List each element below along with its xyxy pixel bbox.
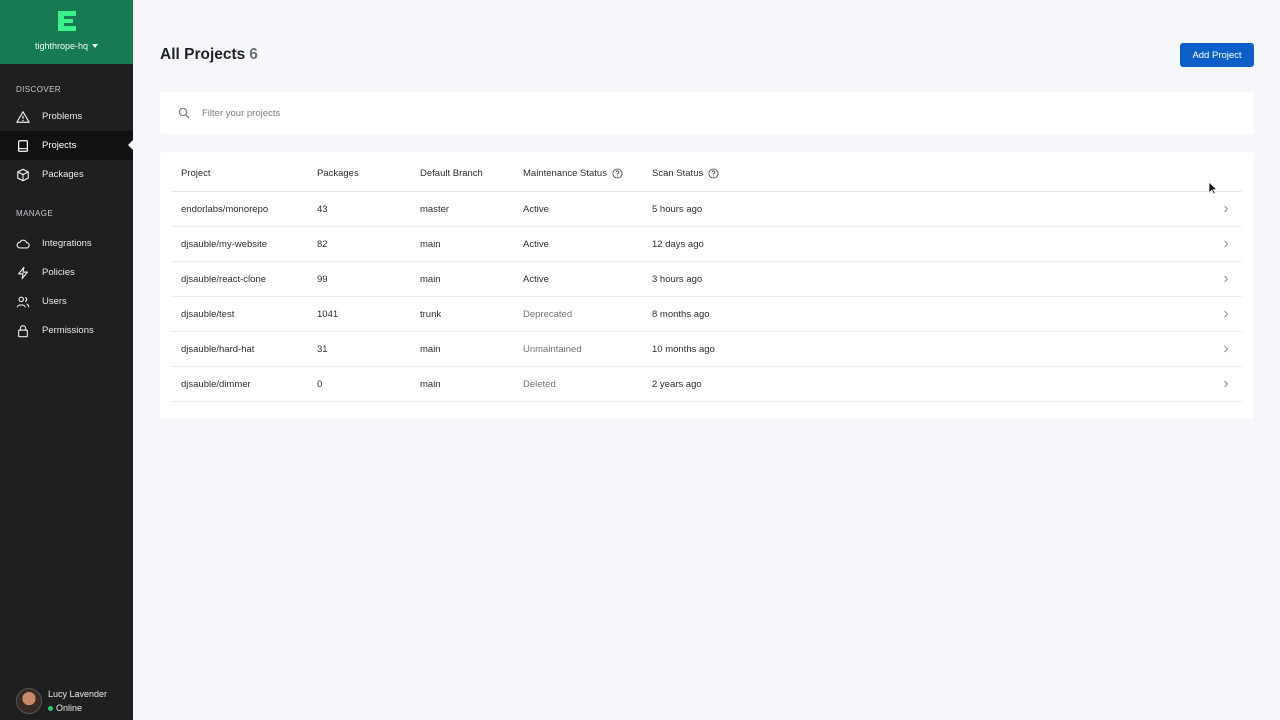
- cell-scan: 2 years ago: [652, 378, 702, 390]
- online-dot-icon: [48, 705, 53, 711]
- search-icon: [178, 107, 190, 119]
- cell-branch: main: [420, 273, 441, 285]
- page-title-text: All Projects: [160, 46, 246, 63]
- nav-item-label: Users: [42, 296, 67, 307]
- cell-scan: 10 months ago: [652, 343, 715, 355]
- page-title: All Projects 6: [160, 46, 258, 64]
- table-row[interactable]: djsauble/react-clone 99 main Active 3 ho…: [171, 262, 1242, 297]
- nav-item-label: Permissions: [42, 325, 94, 336]
- book-icon: [16, 139, 30, 153]
- cloud-icon: [16, 237, 30, 251]
- column-header-label: Scan Status: [652, 168, 704, 179]
- cell-project: djsauble/dimmer: [181, 378, 251, 390]
- cell-project: endorlabs/monorepo: [181, 203, 269, 215]
- cell-scan: 5 hours ago: [652, 203, 703, 215]
- nav-item-label: Integrations: [42, 238, 92, 249]
- cell-project: djsauble/test: [181, 308, 235, 320]
- nav-item-label: Packages: [42, 169, 84, 180]
- nav-item-problems[interactable]: Problems: [0, 102, 133, 131]
- chevron-right-icon[interactable]: [1221, 274, 1231, 284]
- cell-packages: 1041: [317, 308, 339, 320]
- cell-branch: main: [420, 378, 441, 390]
- cell-scan: 12 days ago: [652, 238, 704, 250]
- chevron-right-icon[interactable]: [1221, 239, 1231, 249]
- table-row[interactable]: djsauble/my-website 82 main Active 12 da…: [171, 227, 1242, 262]
- mouse-cursor-icon: [1208, 181, 1218, 195]
- cell-maintenance: Active: [523, 273, 549, 285]
- nav-item-label: Policies: [42, 267, 75, 278]
- org-name: tighthrope-hq: [34, 41, 89, 51]
- column-header-label: Maintenance Status: [523, 168, 607, 179]
- cell-scan: 8 months ago: [652, 308, 710, 320]
- user-status-label: Online: [56, 703, 83, 713]
- column-header-default-branch[interactable]: Default Branch: [420, 168, 483, 179]
- projects-table: Project Packages Default Branch Maintena…: [160, 152, 1254, 419]
- main-content: All Projects6 Add Project Project Packag…: [133, 0, 1280, 720]
- caret-down-icon: [92, 44, 99, 48]
- table-row[interactable]: endorlabs/monorepo 43 master Active 5 ho…: [171, 192, 1242, 227]
- cell-project: djsauble/react-clone: [181, 273, 267, 285]
- cell-maintenance: Active: [523, 238, 549, 250]
- bolt-icon: [16, 266, 30, 280]
- cell-packages: 0: [317, 378, 323, 390]
- nav-item-packages[interactable]: Packages: [0, 160, 133, 189]
- chevron-right-icon[interactable]: [1221, 379, 1231, 389]
- cell-packages: 31: [317, 343, 328, 355]
- cell-maintenance: Unmaintained: [523, 343, 582, 355]
- table-row[interactable]: djsauble/test 1041 trunk Deprecated 8 mo…: [171, 297, 1242, 332]
- nav-item-permissions[interactable]: Permissions: [0, 316, 133, 345]
- lock-icon: [16, 324, 30, 338]
- column-header-project[interactable]: Project: [181, 168, 211, 179]
- package-icon: [16, 168, 30, 182]
- cell-branch: main: [420, 238, 441, 250]
- section-manage: MANAGE: [16, 209, 54, 218]
- nav-item-label: Projects: [42, 140, 77, 151]
- table-row[interactable]: djsauble/hard-hat 31 main Unmaintained 1…: [171, 332, 1242, 367]
- nav-item-integrations[interactable]: Integrations: [0, 229, 133, 258]
- cell-packages: 82: [317, 238, 328, 250]
- chevron-right-icon[interactable]: [1221, 204, 1231, 214]
- cell-branch: master: [420, 203, 450, 215]
- add-project-button[interactable]: Add Project: [1180, 43, 1254, 67]
- user-profile[interactable]: Lucy Lavender Online: [16, 688, 107, 714]
- nav-item-label: Problems: [42, 111, 83, 122]
- section-discover: DISCOVER: [16, 85, 61, 94]
- nav-item-users[interactable]: Users: [0, 287, 133, 316]
- user-status: Online: [48, 703, 107, 713]
- users-icon: [16, 295, 30, 309]
- cell-maintenance: Deprecated: [523, 308, 573, 320]
- nav-item-projects[interactable]: Projects: [0, 131, 133, 160]
- cell-branch: main: [420, 343, 441, 355]
- project-count: 6: [249, 46, 258, 63]
- cell-maintenance: Active: [523, 203, 549, 215]
- chevron-right-icon[interactable]: [1221, 309, 1231, 319]
- nav-item-policies[interactable]: Policies: [0, 258, 133, 287]
- cell-packages: 99: [317, 273, 328, 285]
- avatar: [16, 688, 42, 714]
- search-input[interactable]: [202, 107, 802, 119]
- help-icon[interactable]: [612, 168, 623, 179]
- cell-maintenance: Deleted: [523, 378, 556, 390]
- column-header-packages[interactable]: Packages: [317, 168, 359, 179]
- org-switcher[interactable]: tighthrope-hq: [34, 41, 99, 51]
- endor-logo-icon[interactable]: [57, 10, 77, 32]
- table-row[interactable]: djsauble/dimmer 0 main Deleted 2 years a…: [171, 367, 1242, 402]
- user-name: Lucy Lavender: [48, 689, 108, 699]
- column-header-scan-status[interactable]: Scan Status: [652, 168, 719, 179]
- help-icon[interactable]: [708, 168, 719, 179]
- column-header-maintenance-status[interactable]: Maintenance Status: [523, 168, 623, 179]
- cell-packages: 43: [317, 203, 328, 215]
- cell-branch: trunk: [420, 308, 442, 320]
- sidebar: tighthrope-hq DISCOVER Problems Projects…: [0, 0, 133, 720]
- chevron-right-icon[interactable]: [1221, 344, 1231, 354]
- cell-project: djsauble/my-website: [181, 238, 268, 250]
- warning-icon: [16, 110, 30, 124]
- cell-project: djsauble/hard-hat: [181, 343, 255, 355]
- cell-scan: 3 hours ago: [652, 273, 703, 285]
- table-header: Project Packages Default Branch Maintena…: [171, 156, 1242, 192]
- search-bar: [160, 92, 1254, 134]
- brand-header: tighthrope-hq: [0, 0, 133, 64]
